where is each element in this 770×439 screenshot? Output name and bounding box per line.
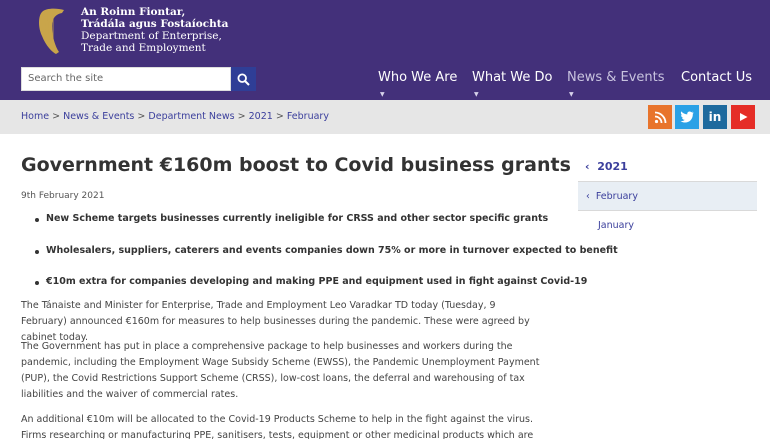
harp-logo-icon[interactable] bbox=[34, 6, 68, 56]
sidebar-item-label: February bbox=[595, 191, 638, 202]
dept-name-irish-2: Trádála agus Fostaíochta bbox=[81, 18, 229, 30]
youtube-icon bbox=[740, 113, 748, 121]
search-button[interactable] bbox=[231, 67, 256, 91]
nav-contact-us[interactable]: Contact Us bbox=[681, 70, 752, 85]
search-icon bbox=[237, 72, 250, 86]
site-header: An Roinn Fiontar, Trádála agus Fostaíoch… bbox=[0, 0, 770, 100]
linkedin-button[interactable]: in bbox=[703, 105, 727, 129]
breadcrumb-separator: > bbox=[137, 111, 146, 122]
dept-name-irish-1: An Roinn Fiontar, bbox=[81, 6, 186, 18]
chevron-down-icon: ▼ bbox=[569, 91, 574, 98]
twitter-button[interactable] bbox=[675, 105, 699, 129]
chevron-down-icon: ▼ bbox=[474, 91, 479, 98]
dept-name-english-1: Department of Enterprise, bbox=[81, 30, 222, 42]
chevron-left-icon: ‹ bbox=[585, 160, 590, 173]
linkedin-icon: in bbox=[708, 110, 722, 124]
list-item: Wholesalers, suppliers, caterers and eve… bbox=[32, 245, 618, 256]
article-paragraph: An additional €10m will be allocated to … bbox=[21, 414, 534, 439]
breadcrumb-2021[interactable]: 2021 bbox=[249, 111, 273, 122]
divider bbox=[578, 210, 757, 211]
sidebar-item-january[interactable]: January bbox=[598, 220, 634, 231]
breadcrumb-news-events[interactable]: News & Events bbox=[63, 111, 134, 122]
twitter-icon bbox=[680, 111, 694, 123]
breadcrumb-february[interactable]: February bbox=[287, 111, 329, 122]
page-title: Government €160m boost to Covid business… bbox=[21, 154, 571, 176]
nav-who-we-are[interactable]: Who We Are bbox=[378, 70, 457, 85]
chevron-left-icon: ‹ bbox=[586, 191, 590, 202]
department-name[interactable]: An Roinn Fiontar, Trádála agus Fostaíoch… bbox=[81, 6, 228, 54]
search-input[interactable]: Search the site bbox=[21, 67, 231, 91]
chevron-down-icon: ▼ bbox=[380, 91, 385, 98]
rss-button[interactable] bbox=[648, 105, 672, 129]
youtube-button[interactable] bbox=[731, 105, 755, 129]
rss-icon bbox=[654, 111, 666, 123]
breadcrumb: Home > News & Events > Department News >… bbox=[21, 111, 329, 122]
breadcrumb-separator: > bbox=[52, 111, 61, 122]
sidebar-item-february[interactable]: ‹ February bbox=[586, 191, 638, 202]
list-item: New Scheme targets businesses currently … bbox=[32, 213, 548, 224]
breadcrumb-home[interactable]: Home bbox=[21, 111, 49, 122]
sidebar-year-link[interactable]: ‹ 2021 bbox=[585, 160, 628, 173]
breadcrumb-separator: > bbox=[237, 111, 246, 122]
nav-news-events[interactable]: News & Events bbox=[567, 70, 665, 85]
breadcrumb-department-news[interactable]: Department News bbox=[148, 111, 234, 122]
breadcrumb-separator: > bbox=[275, 111, 284, 122]
nav-what-we-do[interactable]: What We Do bbox=[472, 70, 552, 85]
article-date: 9th February 2021 bbox=[21, 191, 105, 201]
article-paragraph: The Government has put in place a compre… bbox=[21, 341, 540, 400]
list-item: €10m extra for companies developing and … bbox=[32, 276, 587, 287]
sidebar-year-label: 2021 bbox=[597, 160, 628, 173]
dept-name-english-2: Trade and Employment bbox=[81, 42, 206, 54]
